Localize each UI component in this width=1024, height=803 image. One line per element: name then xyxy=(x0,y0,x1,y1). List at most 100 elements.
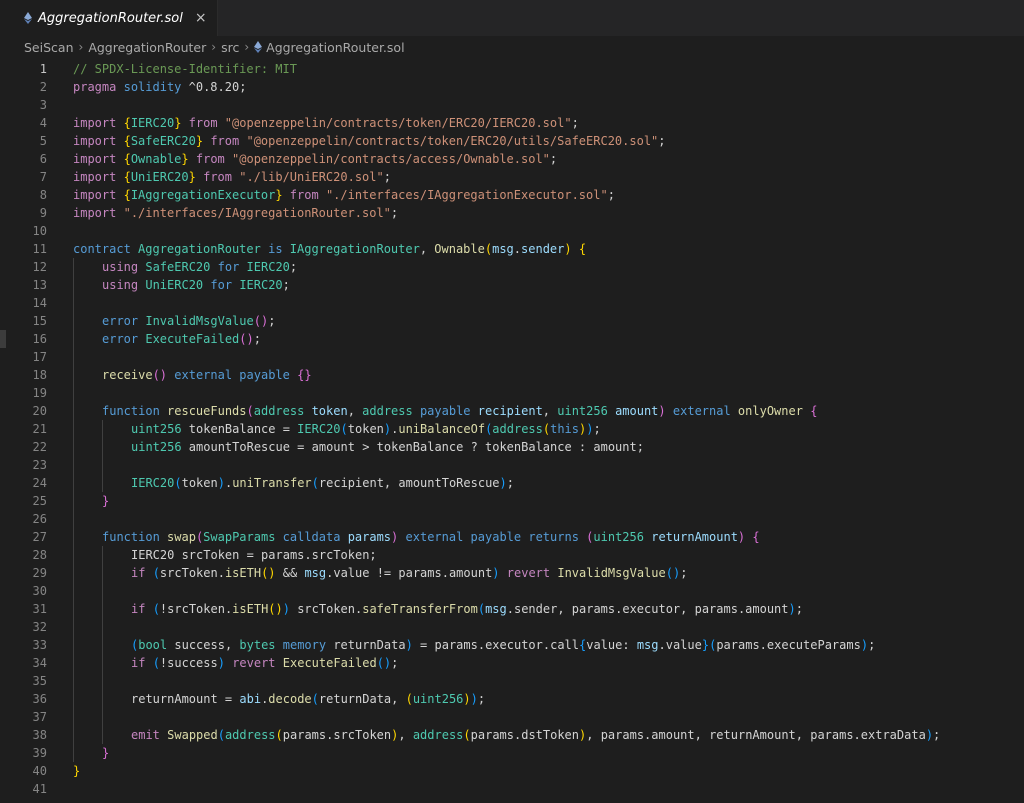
indent-guide xyxy=(73,690,74,708)
code-token: } xyxy=(195,134,204,148)
code-line[interactable]: 19 xyxy=(0,384,1024,402)
breadcrumb-item-workspace[interactable]: SeiScan xyxy=(24,40,74,55)
code-line[interactable]: 5 import {SafeERC20} from "@openzeppelin/… xyxy=(0,132,1024,150)
line-number: 26 xyxy=(32,512,47,526)
code-line[interactable]: 17 xyxy=(0,348,1024,366)
breadcrumb-item-src[interactable]: src xyxy=(221,40,239,55)
code-token: , xyxy=(398,728,413,742)
line-number: 33 xyxy=(32,638,47,652)
code-token: tokenBalance = xyxy=(181,422,298,436)
code-line[interactable]: 33 (bool success, bytes memory returnData… xyxy=(0,636,1024,654)
code-line[interactable]: 8 import {IAggregationExecutor} from "./i… xyxy=(0,186,1024,204)
indent-guide xyxy=(73,636,74,654)
code-line[interactable]: 30 xyxy=(0,582,1024,600)
code-line[interactable]: 9 import "./interfaces/IAggregationRouter… xyxy=(0,204,1024,222)
code-text xyxy=(73,510,102,528)
code-token: { xyxy=(123,170,131,184)
code-editor[interactable]: 1 // SPDX-License-Identifier: MIT 2 pragma … xyxy=(0,58,1024,798)
code-line[interactable]: 39} xyxy=(0,744,1024,762)
code-token: () xyxy=(253,314,269,328)
code-token: success, xyxy=(167,638,240,652)
line-number: 22 xyxy=(32,440,47,454)
code-text: import {UniERC20} from "./lib/UniERC20.s… xyxy=(73,168,391,186)
indent-guide xyxy=(73,672,74,690)
indent-guide xyxy=(102,582,103,600)
code-token: ( xyxy=(152,602,160,616)
code-text xyxy=(73,708,131,726)
code-line[interactable]: 31 if (!srcToken.isETH()) srcToken.safeTr… xyxy=(0,600,1024,618)
code-line[interactable]: 24 IERC20(token).uniTransfer(recipient, a… xyxy=(0,474,1024,492)
code-token: IERC20 srcToken = params.srcToken; xyxy=(131,548,377,562)
code-line[interactable]: 28 IERC20 srcToken = params.srcToken; xyxy=(0,546,1024,564)
code-token: ; xyxy=(571,116,579,130)
code-line[interactable]: 14 xyxy=(0,294,1024,312)
code-line[interactable]: 27 function swap(SwapParams calldata para… xyxy=(0,528,1024,546)
code-line[interactable]: 23 xyxy=(0,456,1024,474)
code-token: isETH xyxy=(224,566,262,580)
code-text: contract AggregationRouter is IAggregati… xyxy=(73,240,586,258)
code-line[interactable]: 10 xyxy=(0,222,1024,240)
code-token: msg xyxy=(492,242,514,256)
code-token: function xyxy=(102,404,160,418)
close-icon[interactable]: × xyxy=(195,10,207,26)
indent-guide xyxy=(102,456,103,474)
code-line[interactable]: 18 receive() external payable {} xyxy=(0,366,1024,384)
indent-guide xyxy=(102,636,103,654)
code-line[interactable]: 11 contract AggregationRouter is IAggrega… xyxy=(0,240,1024,258)
code-token: ( xyxy=(174,476,182,490)
code-token: is xyxy=(268,242,283,256)
code-token: ; xyxy=(268,314,276,328)
code-line[interactable]: 16 error ExecuteFailed(); xyxy=(0,330,1024,348)
code-line[interactable]: 34 if (!success) revert ExecuteFailed(); xyxy=(0,654,1024,672)
code-line[interactable]: 41 xyxy=(0,780,1024,798)
code-line[interactable]: 35 xyxy=(0,672,1024,690)
code-line[interactable]: 37 xyxy=(0,708,1024,726)
code-token: { xyxy=(810,404,818,418)
code-line[interactable]: 3 xyxy=(0,96,1024,114)
code-token: returnAmount = xyxy=(131,692,240,706)
code-token: "@openzeppelin/contracts/token/ERC20/IER… xyxy=(224,116,572,130)
code-line[interactable]: 22 uint256 amountToRescue = amount > toke… xyxy=(0,438,1024,456)
code-line[interactable]: 13 using UniERC20 for IERC20; xyxy=(0,276,1024,294)
code-line[interactable]: 1 // SPDX-License-Identifier: MIT xyxy=(0,60,1024,78)
breadcrumb-item-file[interactable]: AggregationRouter.sol xyxy=(266,40,404,55)
code-line[interactable]: 15 error InvalidMsgValue(); xyxy=(0,312,1024,330)
line-number: 19 xyxy=(32,386,47,400)
code-line[interactable]: 26 xyxy=(0,510,1024,528)
code-line[interactable]: 29 if (srcToken.isETH() && msg.value != p… xyxy=(0,564,1024,582)
code-line[interactable]: 40} xyxy=(0,762,1024,780)
code-line[interactable]: 2 pragma solidity ^0.8.20; xyxy=(0,78,1024,96)
line-number: 10 xyxy=(32,224,47,238)
tab-aggregation-router[interactable]: AggregationRouter.sol × xyxy=(0,0,218,36)
code-token: "./lib/UniERC20.sol" xyxy=(239,170,384,184)
code-line[interactable]: 20 function rescueFunds(address token, ad… xyxy=(0,402,1024,420)
code-line[interactable]: 7 import {UniERC20} from "./lib/UniERC20.… xyxy=(0,168,1024,186)
code-token: = params.executor.call xyxy=(412,638,579,652)
code-text: // SPDX-License-Identifier: MIT xyxy=(73,60,297,78)
breadcrumb-item-folder[interactable]: AggregationRouter xyxy=(88,40,206,55)
code-line[interactable]: 6 import {Ownable} from "@openzeppelin/co… xyxy=(0,150,1024,168)
code-token: ( xyxy=(477,602,486,616)
code-token: uint256 xyxy=(557,404,608,418)
code-token: ( xyxy=(311,692,319,706)
code-token: .value xyxy=(658,638,702,652)
code-line[interactable]: 38 emit Swapped(address(params.srcToken),… xyxy=(0,726,1024,744)
code-line[interactable]: 32 xyxy=(0,618,1024,636)
code-token: recipient xyxy=(477,404,543,418)
code-line[interactable]: 4 import {IERC20} from "@openzeppelin/con… xyxy=(0,114,1024,132)
code-line[interactable]: 12 using SafeERC20 for IERC20; xyxy=(0,258,1024,276)
code-token: safeTransferFrom xyxy=(362,602,478,616)
line-number: 15 xyxy=(32,314,47,328)
code-text: if (!srcToken.isETH()) srcToken.safeTran… xyxy=(73,600,803,618)
code-line[interactable]: 25} xyxy=(0,492,1024,510)
code-line[interactable]: 21 uint256 tokenBalance = IERC20(token).u… xyxy=(0,420,1024,438)
code-token: "@openzeppelin/contracts/access/Ownable.… xyxy=(232,152,550,166)
code-line[interactable]: 36 returnAmount = abi.decode(returnData, … xyxy=(0,690,1024,708)
